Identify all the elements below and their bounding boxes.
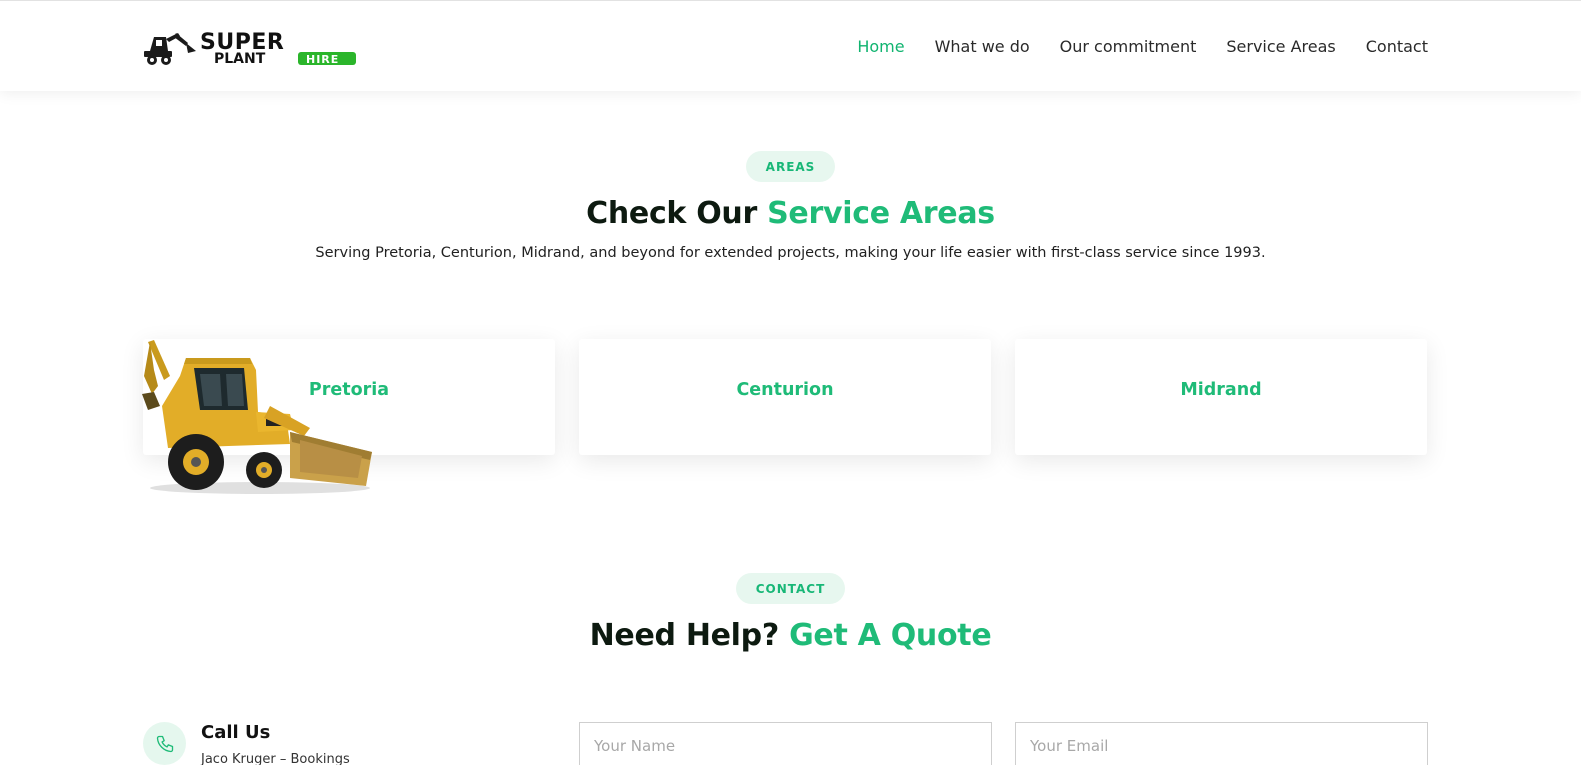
email-input[interactable] — [1015, 722, 1428, 765]
area-card-title: Centurion — [736, 380, 834, 400]
nav-contact[interactable]: Contact — [1366, 37, 1428, 56]
main-nav: Home What we do Our commitment Service A… — [857, 37, 1428, 56]
call-us-title: Call Us — [201, 722, 271, 743]
super-plant-hire-logo[interactable]: SUPER PLANT HIRE — [142, 29, 360, 67]
area-card-midrand[interactable]: Midrand — [1015, 339, 1427, 455]
contact-heading-accent: Get A Quote — [789, 618, 992, 653]
area-card-title: Midrand — [1180, 380, 1262, 400]
site-header: SUPER PLANT HIRE Home What we do Our com… — [0, 0, 1581, 91]
contact-heading-plain: Need Help? — [589, 618, 790, 653]
areas-section: AREAS Check Our Service Areas Serving Pr… — [0, 151, 1581, 261]
call-us-subtitle: Jaco Kruger – Bookings — [201, 752, 350, 765]
areas-pill: AREAS — [745, 151, 836, 182]
areas-heading-plain: Check Our — [586, 196, 768, 231]
contact-pill: CONTACT — [735, 573, 846, 604]
logo-text-plant: PLANT — [214, 51, 266, 67]
nav-what-we-do[interactable]: What we do — [935, 37, 1030, 56]
contact-section: CONTACT Need Help? Get A Quote — [0, 573, 1581, 653]
phone-icon — [156, 735, 173, 752]
contact-heading: Need Help? Get A Quote — [0, 618, 1581, 653]
area-card-centurion[interactable]: Centurion — [579, 339, 991, 455]
nav-service-areas[interactable]: Service Areas — [1226, 37, 1335, 56]
logo-text-hire: HIRE — [306, 53, 339, 66]
nav-our-commitment[interactable]: Our commitment — [1060, 37, 1197, 56]
areas-subtitle: Serving Pretoria, Centurion, Midrand, an… — [315, 245, 1266, 261]
nav-home[interactable]: Home — [857, 37, 904, 56]
backhoe-loader-illustration — [142, 340, 372, 494]
phone-icon-circle — [143, 722, 186, 765]
areas-heading: Check Our Service Areas — [0, 196, 1581, 231]
name-input[interactable] — [579, 722, 992, 765]
areas-heading-accent: Service Areas — [767, 196, 995, 231]
